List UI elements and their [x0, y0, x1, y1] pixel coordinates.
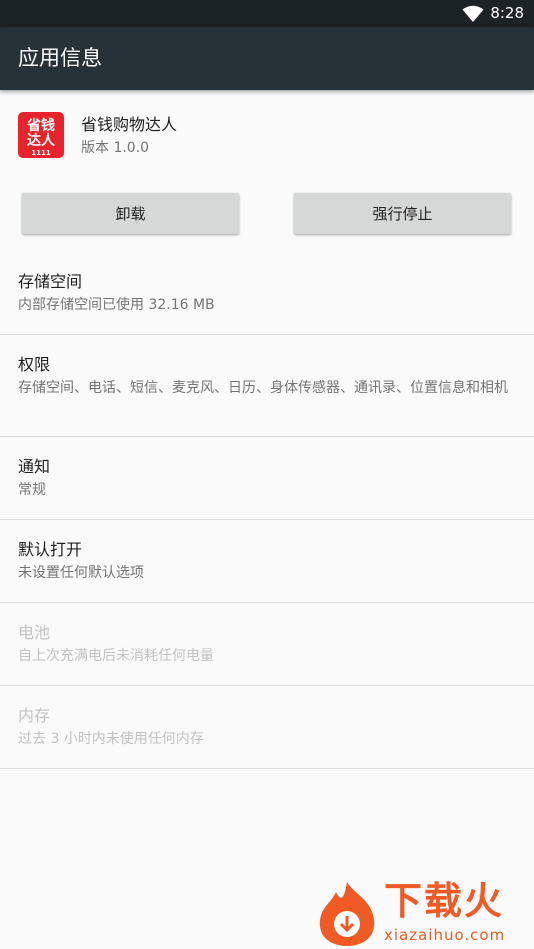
watermark: 下载火 xiazaihuo.com — [314, 878, 534, 949]
item-title: 通知 — [18, 457, 51, 476]
app-header: 省钱 达人 1111 省钱购物达人 版本 1.0.0 — [0, 92, 534, 172]
item-subtitle: 常规 — [18, 482, 46, 498]
watermark-text: 下载火 — [384, 879, 505, 923]
item-title: 内存 — [18, 706, 51, 725]
app-name: 省钱购物达人 — [81, 115, 178, 134]
settings-item-open-by-default[interactable]: 默认打开 未设置任何默认选项 — [0, 520, 534, 603]
app-icon-text-top: 省钱 — [26, 117, 55, 134]
settings-item-battery: 电池 自上次充满电后未消耗任何电量 — [0, 603, 534, 686]
page-title: 应用信息 — [18, 46, 102, 70]
item-subtitle: 未设置任何默认选项 — [18, 565, 144, 581]
item-subtitle: 过去 3 小时内未使用任何内存 — [18, 731, 204, 747]
wifi-icon — [462, 5, 484, 22]
item-title: 存储空间 — [18, 272, 83, 291]
item-title: 权限 — [18, 355, 51, 374]
item-subtitle: 内部存储空间已使用 32.16 MB — [18, 297, 215, 313]
settings-item-notifications[interactable]: 通知 常规 — [0, 437, 534, 520]
app-bar: 应用信息 — [0, 27, 534, 90]
flame-logo-icon — [319, 882, 375, 946]
force-stop-button[interactable]: 强行停止 — [294, 193, 511, 234]
item-subtitle: 自上次充满电后未消耗任何电量 — [18, 648, 214, 664]
app-version: 版本 1.0.0 — [81, 140, 150, 156]
uninstall-button[interactable]: 卸载 — [22, 193, 239, 234]
watermark-url: xiazaihuo.com — [384, 926, 506, 944]
status-time: 8:28 — [490, 4, 524, 22]
settings-item-memory: 内存 过去 3 小时内未使用任何内存 — [0, 686, 534, 769]
settings-item-permissions[interactable]: 权限 存储空间、电话、短信、麦克风、日历、身体传感器、通讯录、位置信息和相机 — [0, 335, 534, 437]
app-icon-text-bottom: 达人 — [27, 132, 56, 149]
app-icon-badge: 1111 — [31, 149, 51, 157]
item-title: 默认打开 — [18, 540, 83, 559]
status-bar: 8:28 — [0, 0, 534, 27]
item-title: 电池 — [18, 623, 51, 642]
item-subtitle: 存储空间、电话、短信、麦克风、日历、身体传感器、通讯录、位置信息和相机 — [18, 380, 508, 396]
app-icon: 省钱 达人 1111 — [18, 112, 64, 158]
settings-item-storage[interactable]: 存储空间 内部存储空间已使用 32.16 MB — [0, 252, 534, 335]
